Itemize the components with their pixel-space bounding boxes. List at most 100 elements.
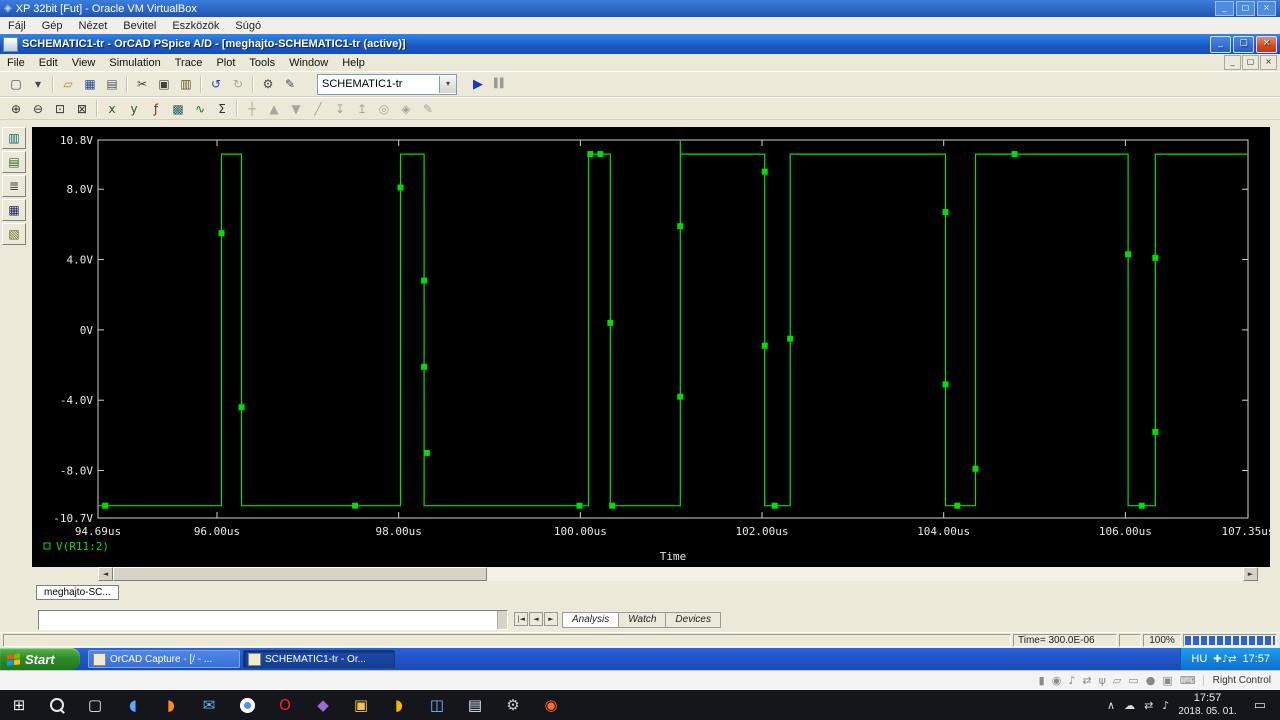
simulation-profile-combo[interactable]: SCHEMATIC1-tr ▾ <box>317 73 457 95</box>
output-scrollbar[interactable] <box>497 611 507 629</box>
tab-devices[interactable]: Devices <box>666 612 721 628</box>
zoom-in-button[interactable]: ⊕ <box>6 99 26 118</box>
simulation-output-box[interactable] <box>38 610 508 630</box>
opera-icon[interactable]: O <box>266 690 304 720</box>
simulation-settings-button[interactable]: ⚙ <box>258 75 278 94</box>
waveform-plot-area[interactable]: 10.8V 8.0V 4.0V 0V -4.0V -8.0V -10.7V 94.69us 96… <box>32 127 1274 567</box>
menu-tools[interactable]: Tools <box>242 56 282 70</box>
menu-help[interactable]: Help <box>335 56 372 70</box>
thunderbird-icon[interactable]: ◖ <box>114 690 152 720</box>
zoom-area-button[interactable]: ⊡ <box>50 99 70 118</box>
task-orcad-capture[interactable]: OrCAD Capture - [/ - ... <box>88 650 240 668</box>
menu-view[interactable]: View <box>65 56 103 70</box>
xp-start-button[interactable]: Start <box>0 648 80 670</box>
tab-nav-prev-button[interactable]: ◄ <box>529 612 543 626</box>
window-minimize-button[interactable]: _ <box>1210 35 1231 53</box>
pause-simulation-button[interactable]: ▌▌ <box>490 75 510 94</box>
combo-dropdown-icon[interactable]: ▾ <box>439 75 456 93</box>
tab-nav-next-button[interactable]: ► <box>544 612 558 626</box>
redo-button[interactable]: ↻ <box>228 75 248 94</box>
new-dropdown-arrow[interactable]: ▾ <box>28 75 48 94</box>
simulation-queue-icon[interactable]: ▦ <box>2 199 26 221</box>
scroll-left-button[interactable]: ◄ <box>98 567 113 581</box>
cursor-slope-button[interactable]: ╱ <box>308 99 328 118</box>
plot-window-tab[interactable]: meghajto-SC... <box>36 585 119 600</box>
vb-menu-gep[interactable]: Gép <box>34 19 71 33</box>
mdi-restore-button[interactable]: ▢ <box>1242 55 1259 70</box>
vscode-icon[interactable]: ◆ <box>304 690 342 720</box>
language-indicator[interactable]: HU <box>1191 653 1207 665</box>
vbox-minimize-button[interactable]: _ <box>1215 1 1234 16</box>
chrome-icon[interactable] <box>228 690 266 720</box>
save-button[interactable]: ▦ <box>80 75 100 94</box>
host-search-button[interactable] <box>38 690 76 720</box>
simulation-results-icon[interactable]: ▥ <box>2 127 26 149</box>
window-restore-button[interactable]: ▢ <box>1233 35 1254 53</box>
cursor-search-button[interactable]: ◈ <box>396 99 416 118</box>
onedrive-icon[interactable]: ☁ <box>1124 699 1135 712</box>
mark-label-button[interactable]: ✎ <box>418 99 438 118</box>
antivirus-icon[interactable]: ✚ <box>1213 654 1221 665</box>
cursor-min-button[interactable]: ↧ <box>330 99 350 118</box>
host-start-button[interactable]: ⊞ <box>0 690 38 720</box>
log-x-axis-button[interactable]: x <box>102 99 122 118</box>
network-icon[interactable]: ⇄ <box>1144 699 1153 712</box>
zoom-out-button[interactable]: ⊖ <box>28 99 48 118</box>
fourier-button[interactable]: ƒ <box>146 99 166 118</box>
scrollbar-track[interactable] <box>113 567 1243 581</box>
cursor-trough-button[interactable]: ▼ <box>286 99 306 118</box>
menu-plot[interactable]: Plot <box>209 56 242 70</box>
browser-icon[interactable]: ◉ <box>532 690 570 720</box>
network-icon[interactable]: ⇄ <box>1228 654 1236 665</box>
new-simulation-button[interactable]: ▢ <box>6 75 26 94</box>
tab-nav-first-button[interactable]: |◄ <box>514 612 528 626</box>
settings-icon[interactable]: ⚙ <box>494 690 532 720</box>
vb-menu-nezet[interactable]: Nézet <box>71 19 116 33</box>
database-icon[interactable]: ◫ <box>418 690 456 720</box>
toggle-cursor-button[interactable]: ┼ <box>242 99 262 118</box>
add-trace-button[interactable]: ∿ <box>190 99 210 118</box>
output-window-icon[interactable]: ▧ <box>2 223 26 245</box>
cursor-peak-button[interactable]: ▲ <box>264 99 284 118</box>
log-y-axis-button[interactable]: y <box>124 99 144 118</box>
host-clock[interactable]: 17:57 2018. 05. 01. <box>1178 692 1236 718</box>
window-close-button[interactable]: × <box>1256 35 1277 53</box>
menu-edit[interactable]: Edit <box>32 56 65 70</box>
tab-analysis[interactable]: Analysis <box>562 612 620 628</box>
run-simulation-button[interactable]: ▶ <box>468 75 488 94</box>
xp-clock[interactable]: 17:57 <box>1242 653 1270 665</box>
vb-menu-eszkozok[interactable]: Eszközök <box>164 19 227 33</box>
firefox-nightly-icon[interactable]: ◗ <box>380 690 418 720</box>
open-button[interactable]: ▱ <box>58 75 78 94</box>
mdi-minimize-button[interactable]: _ <box>1224 55 1241 70</box>
vb-menu-bevitel[interactable]: Bevitel <box>115 19 164 33</box>
cursor-point-button[interactable]: ◎ <box>374 99 394 118</box>
explorer-icon[interactable]: ▣ <box>342 690 380 720</box>
firefox-icon[interactable]: ◗ <box>152 690 190 720</box>
menu-window[interactable]: Window <box>282 56 335 70</box>
copy-button[interactable]: ▣ <box>154 75 174 94</box>
paste-button[interactable]: ▥ <box>176 75 196 94</box>
cut-button[interactable]: ✂ <box>132 75 152 94</box>
task-pspice[interactable]: SCHEMATIC1-tr - Or... <box>243 650 395 668</box>
vb-menu-sugo[interactable]: Súgó <box>227 19 269 33</box>
vbox-maximize-button[interactable]: ▢ <box>1236 1 1255 16</box>
tab-watch[interactable]: Watch <box>619 612 667 628</box>
edit-profile-button[interactable]: ✎ <box>280 75 300 94</box>
task-view-button[interactable]: ▢ <box>76 690 114 720</box>
print-button[interactable]: ▤ <box>102 75 122 94</box>
scroll-right-button[interactable]: ► <box>1243 567 1258 581</box>
zoom-fit-button[interactable]: ⊠ <box>72 99 92 118</box>
evaluate-measurement-button[interactable]: Σ <box>212 99 232 118</box>
action-center-button[interactable]: ▭ <box>1246 698 1274 713</box>
volume-icon[interactable]: ♪ <box>1162 699 1169 712</box>
plot-horizontal-scrollbar[interactable]: ◄ ► <box>98 567 1258 581</box>
vbox-close-button[interactable]: × <box>1257 1 1276 16</box>
vb-menu-fajl[interactable]: Fájl <box>0 19 34 33</box>
undo-button[interactable]: ↺ <box>206 75 226 94</box>
menu-file[interactable]: File <box>0 56 32 70</box>
waveform-plot[interactable]: 10.8V 8.0V 4.0V 0V -4.0V -8.0V -10.7V94.69us 96… <box>32 127 1274 567</box>
menu-trace[interactable]: Trace <box>168 56 210 70</box>
mail-icon[interactable]: ✉ <box>190 690 228 720</box>
performance-analysis-button[interactable]: ▩ <box>168 99 188 118</box>
